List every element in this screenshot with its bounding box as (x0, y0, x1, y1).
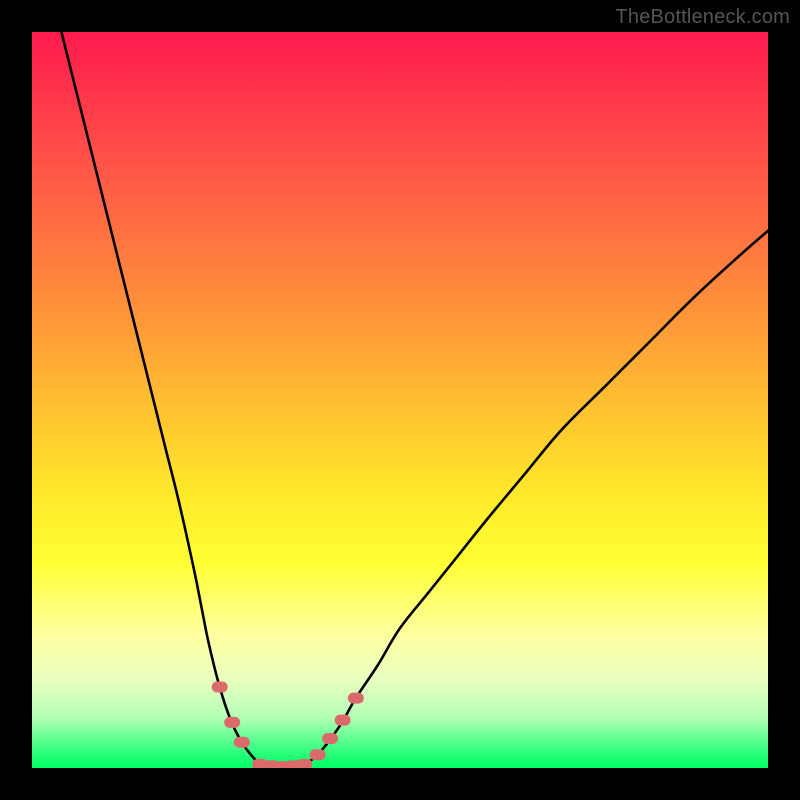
marker-point (296, 759, 312, 768)
attribution-text: TheBottleneck.com (615, 6, 790, 29)
chart-svg (32, 32, 768, 768)
series-right-branch (304, 231, 768, 765)
marker-point (310, 749, 326, 760)
marker-point (212, 682, 228, 693)
marker-point (348, 693, 364, 704)
curve-layer (61, 32, 768, 768)
marker-point (335, 715, 351, 726)
marker-point (234, 737, 250, 748)
marker-point (322, 733, 338, 744)
series-left-branch (61, 32, 260, 764)
plot-area (32, 32, 768, 768)
chart-stage: TheBottleneck.com (0, 0, 800, 800)
marker-point (224, 717, 240, 728)
marker-layer (212, 682, 364, 768)
